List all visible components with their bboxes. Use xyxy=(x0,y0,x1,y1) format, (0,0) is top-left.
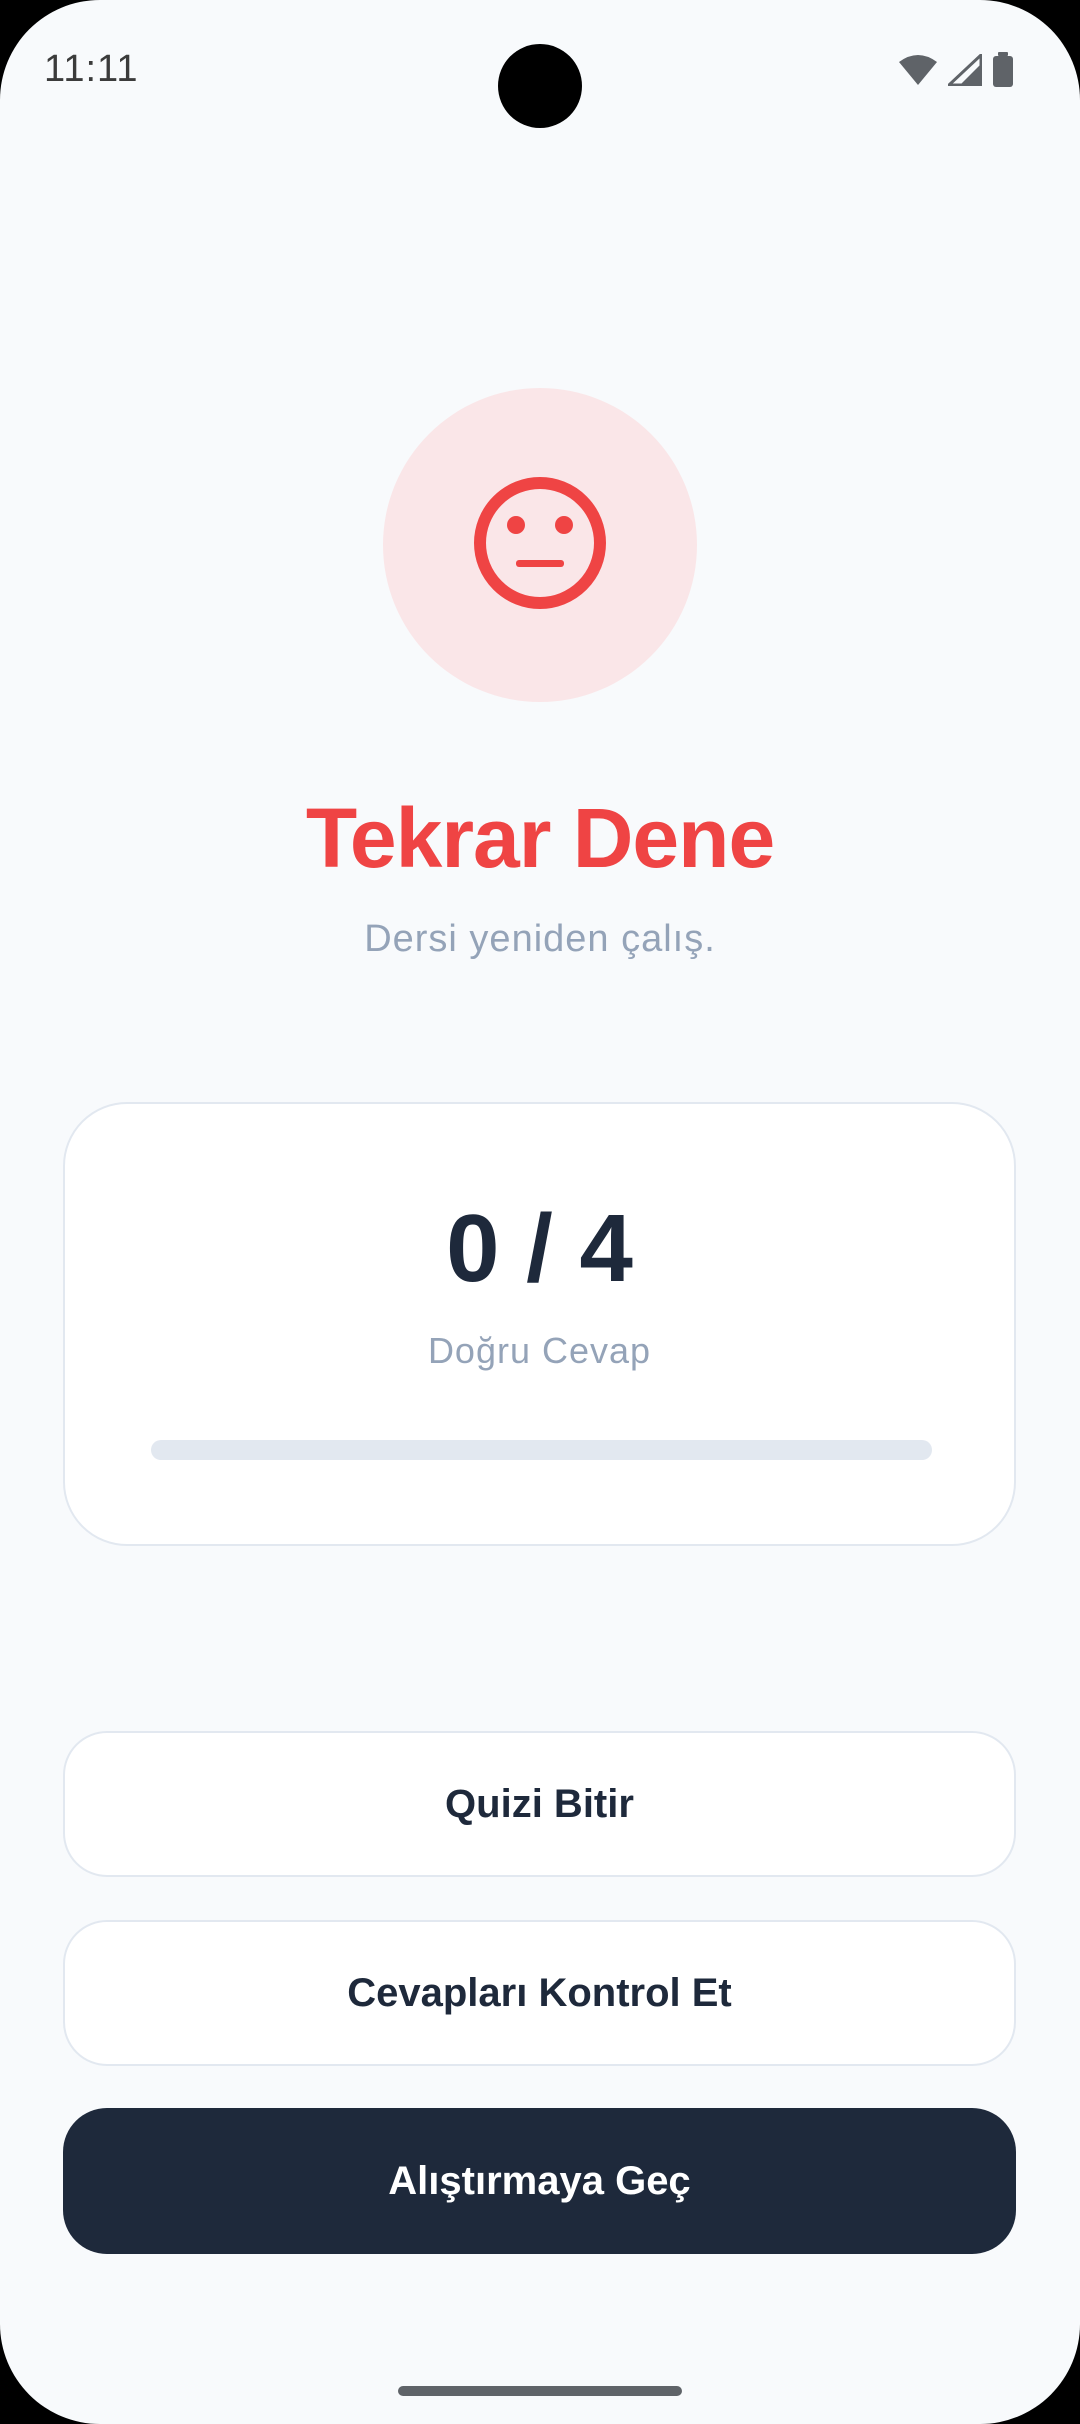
wifi-icon xyxy=(898,54,938,91)
cellular-signal-icon xyxy=(945,51,983,91)
home-indicator[interactable] xyxy=(398,2386,682,2396)
phone-screen: 11:11 Tekrar Dene Dersi yeniden çalış. 0… xyxy=(0,0,1080,2424)
status-time: 11:11 xyxy=(44,48,139,90)
front-camera xyxy=(498,44,582,128)
check-answers-button[interactable]: Cevapları Kontrol Et xyxy=(63,1920,1016,2066)
score-card: 0 / 4 Doğru Cevap xyxy=(63,1102,1016,1546)
go-to-practice-button[interactable]: Alıştırmaya Geç xyxy=(63,2108,1016,2254)
score-value: 0 / 4 xyxy=(446,1195,633,1302)
result-title: Tekrar Dene xyxy=(305,791,775,885)
neutral-face-icon xyxy=(470,473,610,618)
score-progress-bar xyxy=(151,1440,932,1460)
status-icons xyxy=(898,51,1014,93)
result-icon-circle xyxy=(383,388,697,702)
result-subtitle: Dersi yeniden çalış. xyxy=(364,918,716,960)
score-label: Doğru Cevap xyxy=(427,1330,652,1371)
battery-icon xyxy=(992,52,1014,93)
finish-quiz-button[interactable]: Quizi Bitir xyxy=(63,1731,1016,1877)
